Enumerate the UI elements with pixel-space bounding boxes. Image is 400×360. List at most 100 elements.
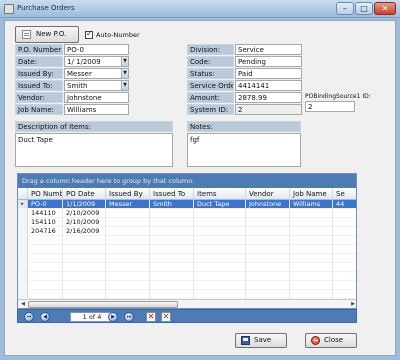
table-row[interactable] — [18, 281, 356, 290]
table-cell[interactable] — [246, 290, 290, 299]
table-cell[interactable] — [333, 254, 356, 263]
notes-textarea[interactable]: fgf — [187, 133, 301, 167]
table-row[interactable] — [18, 263, 356, 272]
code-field[interactable]: Pending — [235, 56, 302, 67]
previous-record-icon[interactable]: ◀ — [40, 312, 50, 322]
table-cell[interactable] — [106, 227, 150, 236]
group-by-panel[interactable]: Drag a column header here to group by th… — [18, 174, 356, 188]
table-cell[interactable] — [194, 209, 246, 218]
table-cell[interactable] — [150, 290, 194, 299]
table-cell[interactable] — [290, 254, 333, 263]
table-cell[interactable] — [150, 227, 194, 236]
table-row[interactable]: 204716 2/16/2009 — [18, 227, 356, 236]
table-cell[interactable] — [333, 263, 356, 272]
table-cell[interactable] — [333, 281, 356, 290]
table-cell[interactable] — [150, 209, 194, 218]
row-selector[interactable] — [18, 263, 28, 271]
table-cell[interactable] — [333, 290, 356, 299]
first-record-icon[interactable]: ⏮ — [24, 312, 34, 322]
table-cell[interactable] — [194, 218, 246, 227]
row-selector[interactable] — [18, 245, 28, 253]
table-cell[interactable] — [150, 281, 194, 290]
table-cell[interactable]: Messer — [106, 200, 150, 209]
column-header-issued-by[interactable]: Issued By — [106, 188, 150, 200]
table-cell[interactable] — [333, 236, 356, 245]
table-cell[interactable] — [28, 281, 63, 290]
status-field[interactable]: Paid — [235, 68, 302, 79]
row-selector[interactable] — [18, 254, 28, 262]
table-row[interactable]: 144110 2/10/2009 — [18, 209, 356, 218]
table-row[interactable] — [18, 254, 356, 263]
table-cell[interactable] — [194, 290, 246, 299]
table-cell[interactable] — [333, 272, 356, 281]
table-cell[interactable] — [106, 281, 150, 290]
table-cell[interactable]: 44 — [333, 200, 356, 209]
column-header-vendor[interactable]: Vendor — [246, 188, 290, 200]
column-header-po-number[interactable]: PO Number — [28, 188, 63, 200]
table-cell[interactable] — [194, 263, 246, 272]
table-cell[interactable] — [290, 236, 333, 245]
table-cell[interactable] — [194, 227, 246, 236]
table-cell[interactable] — [246, 209, 290, 218]
table-cell[interactable] — [106, 254, 150, 263]
table-cell[interactable] — [63, 272, 106, 281]
table-cell[interactable]: 204716 — [28, 227, 63, 236]
table-cell[interactable] — [290, 281, 333, 290]
issued-to-select[interactable]: Smith ▼ — [64, 80, 129, 91]
scroll-left-icon[interactable]: ◀ — [19, 301, 27, 308]
table-cell[interactable] — [106, 236, 150, 245]
table-cell[interactable] — [333, 227, 356, 236]
column-header-issued-to[interactable]: Issued To — [150, 188, 194, 200]
row-selector[interactable] — [18, 218, 28, 226]
table-cell[interactable] — [194, 245, 246, 254]
purchase-orders-grid[interactable]: Drag a column header here to group by th… — [17, 173, 357, 309]
last-record-icon[interactable]: ⏭ — [124, 312, 134, 322]
table-row[interactable] — [18, 272, 356, 281]
column-header-po-date[interactable]: PO Date — [63, 188, 106, 200]
table-cell[interactable] — [194, 281, 246, 290]
division-field[interactable]: Service — [235, 44, 302, 55]
table-cell[interactable] — [150, 218, 194, 227]
table-cell[interactable]: 154110 — [28, 218, 63, 227]
dropdown-arrow-icon[interactable]: ▼ — [121, 81, 128, 90]
row-selector[interactable] — [18, 227, 28, 235]
next-record-icon[interactable]: ▶ — [108, 312, 118, 322]
table-cell[interactable] — [106, 272, 150, 281]
table-cell[interactable]: Duct Tape — [194, 200, 246, 209]
table-cell[interactable] — [28, 272, 63, 281]
table-cell[interactable] — [246, 281, 290, 290]
table-row[interactable] — [18, 245, 356, 254]
table-cell[interactable] — [63, 263, 106, 272]
amount-field[interactable]: 2878.99 — [235, 92, 302, 103]
table-cell[interactable] — [246, 254, 290, 263]
auto-number-checkbox[interactable]: ✓ — [85, 29, 93, 39]
table-cell[interactable] — [28, 263, 63, 272]
row-selector[interactable] — [18, 272, 28, 280]
table-cell[interactable] — [150, 263, 194, 272]
dropdown-arrow-icon[interactable]: ▼ — [121, 69, 128, 78]
table-cell[interactable] — [63, 245, 106, 254]
scrollbar-thumb[interactable] — [28, 301, 178, 308]
issued-by-select[interactable]: Messer ▼ — [64, 68, 129, 79]
table-cell[interactable] — [290, 263, 333, 272]
cancel-edit-icon[interactable]: ✕ — [161, 312, 171, 322]
table-cell[interactable] — [106, 218, 150, 227]
table-cell[interactable] — [150, 272, 194, 281]
table-cell[interactable] — [106, 245, 150, 254]
new-po-button[interactable]: New P.O. — [15, 26, 79, 43]
current-row-indicator-icon[interactable]: ▸ — [18, 200, 28, 208]
service-order-field[interactable]: 4414141 — [235, 80, 302, 91]
table-cell[interactable] — [246, 218, 290, 227]
table-cell[interactable]: 144110 — [28, 209, 63, 218]
table-cell[interactable]: Smith — [150, 200, 194, 209]
table-cell[interactable] — [28, 245, 63, 254]
po-number-field[interactable]: PO-0 — [64, 44, 129, 55]
table-cell[interactable] — [246, 245, 290, 254]
table-row[interactable]: ▸ PO-0 1/1/2009 Messer Smith Duct Tape Johnsto… — [18, 200, 356, 209]
table-cell[interactable] — [63, 281, 106, 290]
vendor-field[interactable]: Johnstone — [64, 92, 129, 103]
close-button[interactable]: Close — [305, 333, 357, 348]
table-cell[interactable] — [150, 245, 194, 254]
delete-record-icon[interactable]: ✕ — [146, 312, 156, 322]
column-header-job-name[interactable]: Job Name — [290, 188, 333, 200]
